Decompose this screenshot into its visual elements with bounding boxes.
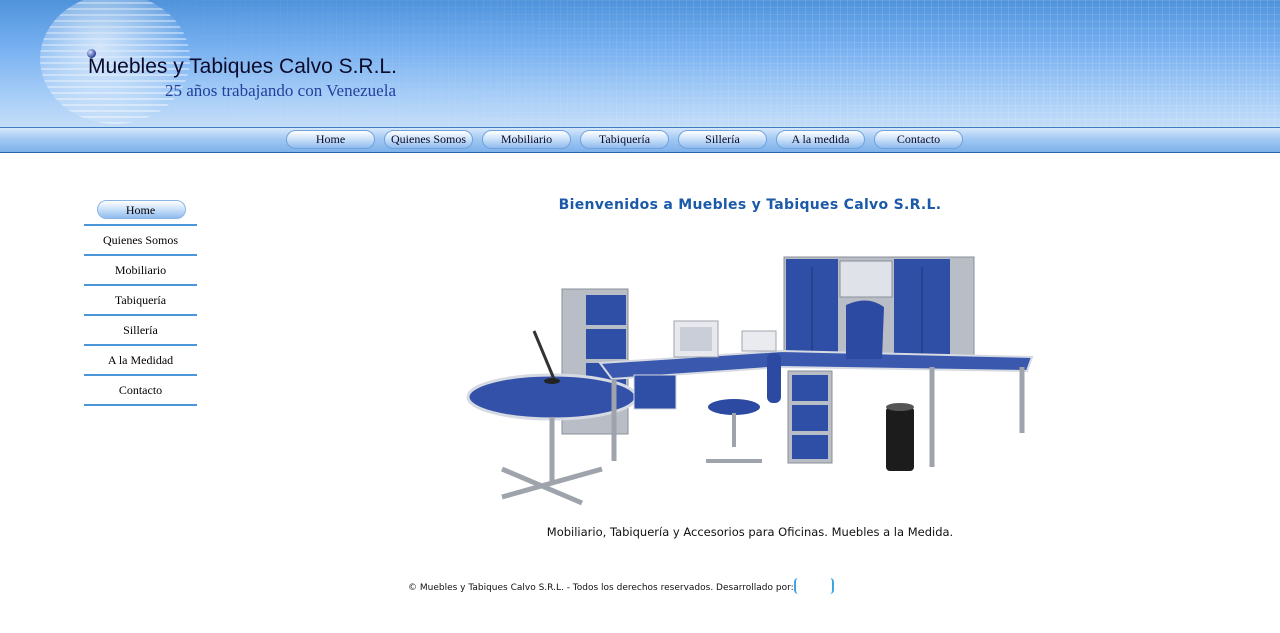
top-nav-tabiqueria[interactable]: Tabiquería — [580, 130, 669, 149]
globe-graphic — [40, 0, 190, 124]
top-nav-a-la-medida[interactable]: A la medida — [776, 130, 865, 149]
side-nav-contacto[interactable]: Contacto — [84, 376, 197, 406]
side-nav-label: Tabiquería — [114, 293, 167, 307]
sisvox-logo[interactable] — [794, 578, 834, 594]
side-nav-silleria[interactable]: Sillería — [84, 316, 197, 346]
top-nav-contacto[interactable]: Contacto — [874, 130, 963, 149]
office-furniture-image — [466, 256, 1034, 506]
footer-copyright: © Muebles y Tabiques Calvo S.R.L. - Todo… — [408, 583, 794, 593]
side-nav: Home Quienes Somos Mobiliario Tabiquería… — [84, 196, 197, 406]
side-nav-label: Quienes Somos — [103, 233, 178, 247]
side-nav-a-la-medidad[interactable]: A la Medidad — [84, 346, 197, 376]
top-nav-home[interactable]: Home — [286, 130, 375, 149]
side-nav-label: Contacto — [118, 383, 163, 397]
top-nav-silleria[interactable]: Sillería — [678, 130, 767, 149]
side-nav-label: Sillería — [123, 323, 158, 337]
top-nav-list: Home Quienes Somos Mobiliario Tabiquería… — [286, 130, 963, 149]
logo-dot-icon — [87, 49, 96, 58]
side-nav-mobiliario[interactable]: Mobiliario — [84, 256, 197, 286]
top-nav: Home Quienes Somos Mobiliario Tabiquería… — [0, 127, 1280, 153]
side-nav-quienes-somos[interactable]: Quienes Somos — [84, 226, 197, 256]
side-nav-tabiqueria[interactable]: Tabiquería — [84, 286, 197, 316]
site-header: Muebles y Tabiques Calvo S.R.L. 25 años … — [0, 0, 1280, 127]
site-tagline: 25 años trabajando con Venezuela — [165, 81, 396, 100]
tagline-caption: Mobiliario, Tabiquería y Accesorios para… — [546, 525, 954, 539]
site-title: Muebles y Tabiques Calvo S.R.L. — [88, 55, 397, 78]
welcome-heading: Bienvenidos a Muebles y Tabiques Calvo S… — [558, 197, 942, 213]
side-nav-label: Mobiliario — [114, 263, 167, 277]
top-nav-mobiliario[interactable]: Mobiliario — [482, 130, 571, 149]
side-nav-label: A la Medidad — [107, 353, 174, 367]
side-nav-label: Home — [125, 203, 156, 217]
top-nav-quienes-somos[interactable]: Quienes Somos — [384, 130, 473, 149]
side-nav-home[interactable]: Home — [84, 196, 197, 226]
